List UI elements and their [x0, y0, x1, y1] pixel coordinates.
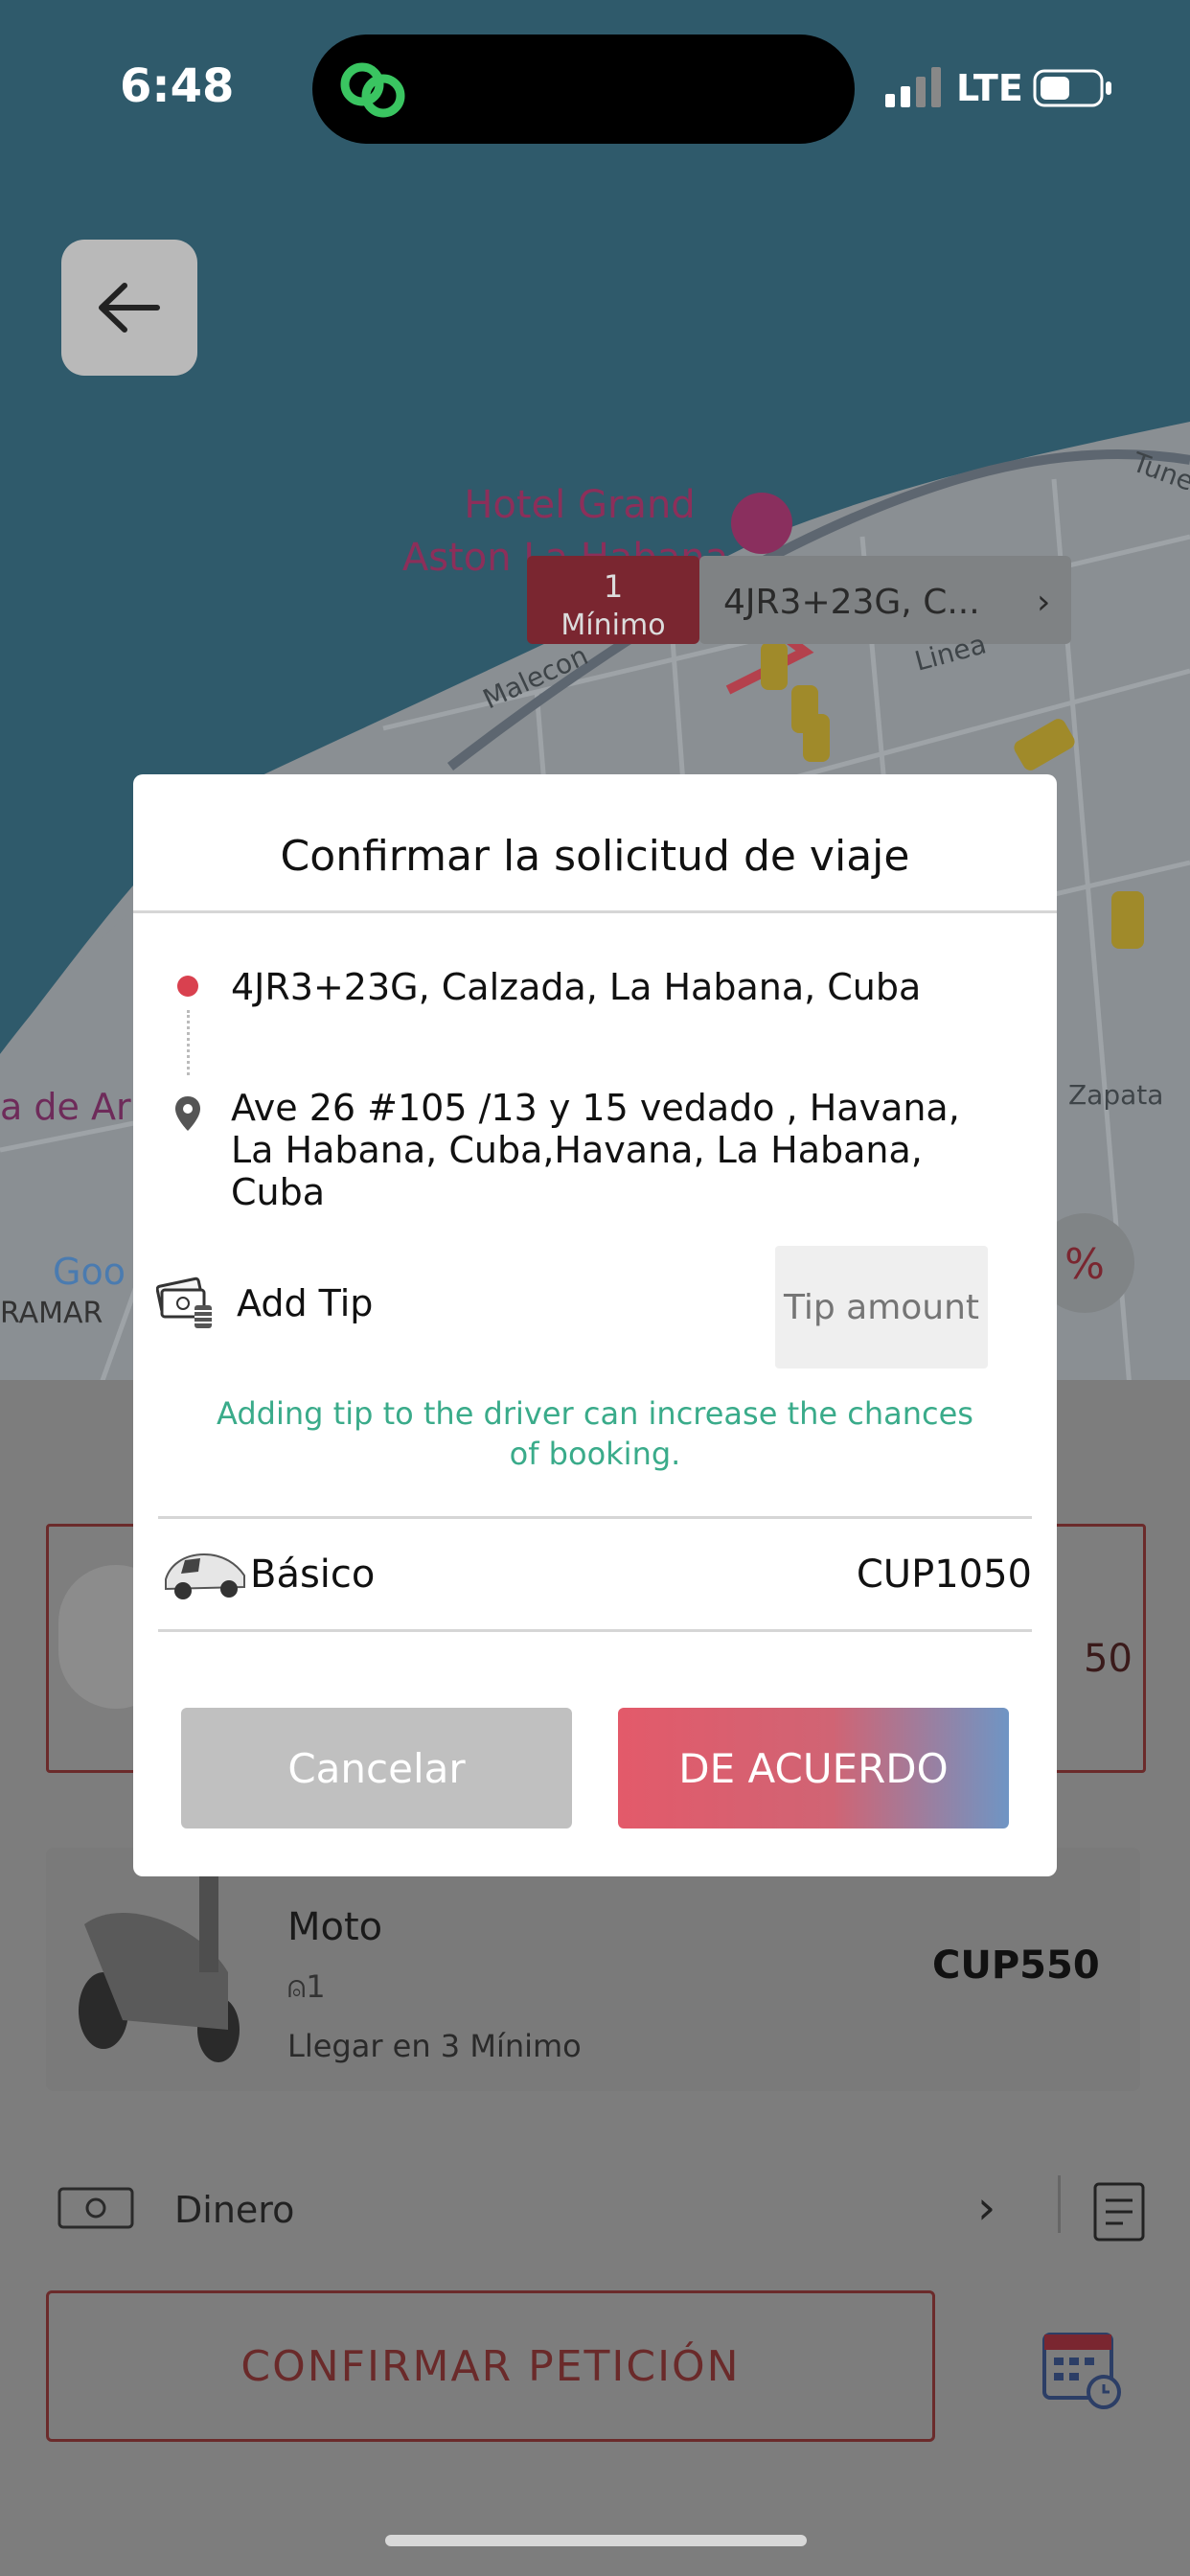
svg-text:%: %: [1064, 1240, 1105, 1289]
scooter-image: [79, 1876, 240, 2062]
status-bar: 6:48 LTE: [0, 0, 1190, 172]
vehicle-card-moto[interactable]: Moto ⍝1 Llegar en 3 Mínimo CUP550: [46, 1848, 1140, 2091]
pickup-dot-icon: [177, 976, 198, 997]
dropoff-line-1: Ave 26 #105 /13 y 15 vedado , Havana,: [231, 1087, 960, 1129]
dynamic-island: [312, 34, 855, 144]
moto-seats-count: 1: [306, 1968, 326, 2005]
divider-top: [158, 1516, 1032, 1519]
car-icon: [165, 1552, 245, 1599]
payment-row[interactable]: Dinero ›: [0, 2147, 1190, 2262]
svg-text:RAMAR: RAMAR: [0, 1297, 103, 1330]
location-pin-icon: [175, 1096, 200, 1131]
basic-price-partial: 50: [1084, 1637, 1133, 1681]
svg-text:Mínimo: Mínimo: [561, 609, 665, 642]
tip-amount-input[interactable]: [775, 1246, 988, 1368]
status-time: 6:48: [120, 59, 235, 113]
tip-hint-line-2: of booking.: [509, 1436, 681, 1472]
divider: [1058, 2175, 1061, 2233]
app-link-icon: [340, 62, 405, 118]
dropoff-line-2: La Habana, Cuba,Havana, La Habana,: [231, 1129, 923, 1171]
tip-hint-line-1: Adding tip to the driver can increase th…: [217, 1395, 973, 1432]
moto-seats: ⍝1: [287, 1968, 326, 2006]
svg-text:Zapata: Zapata: [1068, 1079, 1163, 1111]
money-stack-icon: [156, 1276, 212, 1328]
vehicle-name: Básico: [250, 1552, 376, 1597]
network-label: LTE: [956, 67, 1023, 109]
route-connector: [187, 1010, 190, 1075]
title-divider: [133, 910, 1057, 913]
person-icon: ⍝: [287, 1968, 307, 2005]
svg-text:Goo: Goo: [53, 1251, 126, 1293]
dropoff-line-3: Cuba: [231, 1171, 326, 1213]
payment-method: Dinero: [174, 2189, 295, 2231]
signal-icon: [885, 67, 941, 107]
moto-eta: Llegar en 3 Mínimo: [287, 2028, 582, 2064]
back-button[interactable]: [61, 240, 197, 376]
cash-icon: [57, 2187, 134, 2229]
home-indicator: [385, 2535, 807, 2546]
svg-text:Hotel Grand: Hotel Grand: [464, 483, 695, 527]
dialog-title: Confirmar la solicitud de viaje: [280, 832, 910, 881]
svg-text:a de Ar: a de Ar: [0, 1086, 131, 1128]
agree-button[interactable]: DE ACUERDO: [618, 1708, 1009, 1828]
schedule-calendar-icon[interactable]: [1041, 2325, 1123, 2411]
pickup-address: 4JR3+23G, Calzada, La Habana, Cuba: [231, 966, 922, 1008]
confirm-trip-dialog: Confirmar la solicitud de viaje 4JR3+23G…: [133, 774, 1057, 1876]
notes-icon[interactable]: [1092, 2181, 1146, 2242]
svg-text:›: ›: [1037, 583, 1050, 622]
chevron-right-icon: ›: [977, 2181, 996, 2235]
confirm-request-button[interactable]: CONFIRMAR PETICIÓN: [46, 2290, 935, 2442]
svg-text:4JR3+23G, C...: 4JR3+23G, C...: [723, 583, 980, 622]
cancel-button[interactable]: Cancelar: [181, 1708, 572, 1828]
arrow-left-icon: [99, 283, 160, 333]
vehicle-price: CUP1050: [856, 1552, 1032, 1597]
add-tip-label: Add Tip: [237, 1282, 374, 1324]
dropoff-address: Ave 26 #105 /13 y 15 vedado , Havana, La…: [231, 1087, 1036, 1213]
battery-icon: [1033, 69, 1111, 107]
divider-bottom: [158, 1629, 1032, 1632]
moto-name: Moto: [287, 1905, 383, 1949]
moto-price: CUP550: [932, 1944, 1100, 1988]
svg-text:1: 1: [604, 568, 623, 605]
tip-hint: Adding tip to the driver can increase th…: [133, 1393, 1057, 1474]
